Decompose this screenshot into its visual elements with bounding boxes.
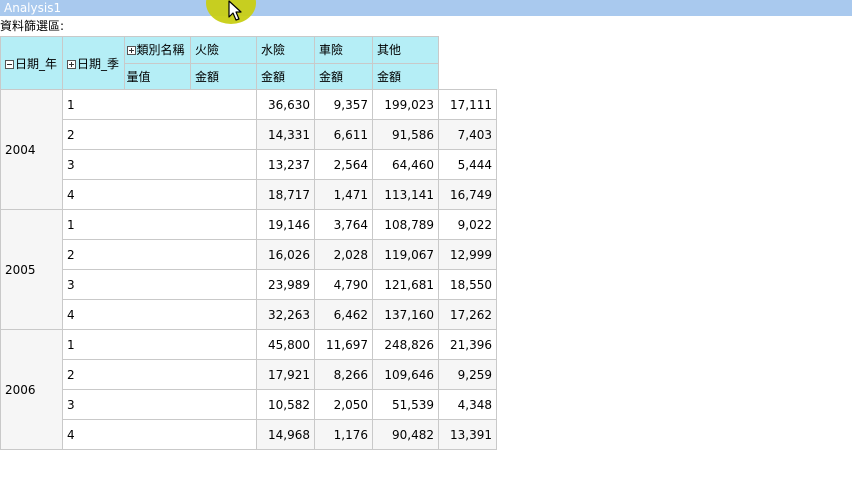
value-fire-cell[interactable]: 32,263 bbox=[256, 299, 315, 330]
table-row: 3 13,237 2,564 64,460 5,444 bbox=[1, 149, 497, 180]
year-cell[interactable]: 2005 bbox=[0, 209, 63, 330]
value-fire-cell[interactable]: 17,921 bbox=[256, 359, 315, 390]
value-other-cell[interactable]: 17,262 bbox=[438, 299, 497, 330]
value-fire-cell[interactable]: 23,989 bbox=[256, 269, 315, 300]
value-fire-cell[interactable]: 19,146 bbox=[256, 209, 315, 240]
table-row: 2006 1 45,800 11,697 248,826 21,396 bbox=[0, 329, 497, 450]
value-fire-cell[interactable]: 16,026 bbox=[256, 239, 315, 270]
table-row: 3 10,582 2,050 51,539 4,348 bbox=[1, 389, 497, 420]
value-other-cell[interactable]: 21,396 bbox=[438, 329, 497, 360]
quarter-cell[interactable]: 4 bbox=[62, 299, 257, 330]
value-fire-cell[interactable]: 10,582 bbox=[256, 389, 315, 420]
value-water-cell[interactable]: 8,266 bbox=[314, 359, 373, 390]
measure-label: 量值 bbox=[126, 69, 151, 84]
value-car-cell[interactable]: 109,646 bbox=[372, 359, 439, 390]
quarter-cell[interactable]: 3 bbox=[62, 389, 257, 420]
expand-icon[interactable] bbox=[126, 46, 136, 56]
quarter-cell[interactable]: 2 bbox=[62, 359, 257, 390]
value-fire-cell[interactable]: 14,968 bbox=[256, 419, 315, 450]
expand-icon[interactable] bbox=[67, 59, 76, 69]
value-water-cell[interactable]: 2,028 bbox=[314, 239, 373, 270]
pivot-table: 日期_年 日期_季 類別名稱 量值 火險 水險 車險 其他 金額 金額 金額 金… bbox=[0, 36, 497, 450]
year-cell[interactable]: 2006 bbox=[0, 329, 63, 450]
quarter-cell[interactable]: 2 bbox=[62, 239, 257, 270]
table-row: 4 14,968 1,176 90,482 13,391 bbox=[1, 419, 497, 450]
quarter-cell[interactable]: 1 bbox=[62, 209, 257, 240]
value-other-cell[interactable]: 16,749 bbox=[438, 179, 497, 210]
value-car-cell[interactable]: 137,160 bbox=[372, 299, 439, 330]
value-other-cell[interactable]: 5,444 bbox=[438, 149, 497, 180]
measure-header: 金額 bbox=[190, 62, 257, 90]
value-other-cell[interactable]: 13,391 bbox=[438, 419, 497, 450]
value-car-cell[interactable]: 90,482 bbox=[372, 419, 439, 450]
value-other-cell[interactable]: 9,022 bbox=[438, 209, 497, 240]
value-water-cell[interactable]: 6,611 bbox=[314, 119, 373, 150]
window-titlebar[interactable]: Analysis1 bbox=[0, 0, 852, 16]
table-row: 2004 1 36,630 9,357 199,023 17,111 bbox=[0, 89, 497, 210]
table-row: 4 32,263 6,462 137,160 17,262 bbox=[1, 299, 497, 330]
value-water-cell[interactable]: 1,176 bbox=[314, 419, 373, 450]
value-car-cell[interactable]: 51,539 bbox=[372, 389, 439, 420]
year-cell[interactable]: 2004 bbox=[0, 89, 63, 210]
quarter-cell[interactable]: 3 bbox=[62, 269, 257, 300]
column-header-fire[interactable]: 火險 bbox=[190, 36, 257, 64]
value-car-cell[interactable]: 121,681 bbox=[372, 269, 439, 300]
value-car-cell[interactable]: 91,586 bbox=[372, 119, 439, 150]
value-water-cell[interactable]: 1,471 bbox=[314, 179, 373, 210]
quarter-cell[interactable]: 2 bbox=[62, 119, 257, 150]
category-header[interactable]: 類別名稱 bbox=[124, 37, 190, 64]
measure-header: 金額 bbox=[314, 62, 373, 90]
value-other-cell[interactable]: 4,348 bbox=[438, 389, 497, 420]
value-fire-cell[interactable]: 18,717 bbox=[256, 179, 315, 210]
value-fire-cell[interactable]: 45,800 bbox=[256, 329, 315, 360]
value-other-cell[interactable]: 17,111 bbox=[438, 89, 497, 120]
value-other-cell[interactable]: 9,259 bbox=[438, 359, 497, 390]
table-row: 3 23,989 4,790 121,681 18,550 bbox=[1, 269, 497, 300]
row-header-quarter-cell: 日期_季 類別名稱 量值 bbox=[62, 36, 191, 90]
quarter-cell[interactable]: 3 bbox=[62, 149, 257, 180]
value-water-cell[interactable]: 4,790 bbox=[314, 269, 373, 300]
value-water-cell[interactable]: 9,357 bbox=[314, 89, 373, 120]
quarter-cell[interactable]: 1 bbox=[62, 89, 257, 120]
table-row: 2 16,026 2,028 119,067 12,999 bbox=[1, 239, 497, 270]
collapse-icon[interactable] bbox=[5, 59, 14, 69]
value-water-cell[interactable]: 3,764 bbox=[314, 209, 373, 240]
value-car-cell[interactable]: 64,460 bbox=[372, 149, 439, 180]
quarter-cell[interactable]: 4 bbox=[62, 179, 257, 210]
column-header-other[interactable]: 其他 bbox=[372, 36, 439, 64]
value-other-cell[interactable]: 7,403 bbox=[438, 119, 497, 150]
table-row: 2005 1 19,146 3,764 108,789 9,022 bbox=[0, 209, 497, 330]
quarter-cell[interactable]: 1 bbox=[62, 329, 257, 360]
value-car-cell[interactable]: 248,826 bbox=[372, 329, 439, 360]
value-other-cell[interactable]: 18,550 bbox=[438, 269, 497, 300]
value-water-cell[interactable]: 6,462 bbox=[314, 299, 373, 330]
value-car-cell[interactable]: 113,141 bbox=[372, 179, 439, 210]
value-fire-cell[interactable]: 13,237 bbox=[256, 149, 315, 180]
quarter-cell[interactable]: 4 bbox=[62, 419, 257, 450]
value-water-cell[interactable]: 11,697 bbox=[314, 329, 373, 360]
column-header-car[interactable]: 車險 bbox=[314, 36, 373, 64]
table-row: 4 18,717 1,471 113,141 16,749 bbox=[1, 179, 497, 210]
table-row: 2 14,331 6,611 91,586 7,403 bbox=[1, 119, 497, 150]
column-header-water[interactable]: 水險 bbox=[256, 36, 315, 64]
value-car-cell[interactable]: 108,789 bbox=[372, 209, 439, 240]
value-water-cell[interactable]: 2,050 bbox=[314, 389, 373, 420]
value-car-cell[interactable]: 119,067 bbox=[372, 239, 439, 270]
value-fire-cell[interactable]: 36,630 bbox=[256, 89, 315, 120]
window-title: Analysis1 bbox=[4, 1, 62, 15]
value-fire-cell[interactable]: 14,331 bbox=[256, 119, 315, 150]
row-header-year[interactable]: 日期_年 bbox=[0, 36, 63, 90]
table-row: 2 17,921 8,266 109,646 9,259 bbox=[1, 359, 497, 390]
measure-header: 金額 bbox=[372, 62, 439, 90]
value-other-cell[interactable]: 12,999 bbox=[438, 239, 497, 270]
mouse-pointer-icon bbox=[228, 0, 242, 21]
row-header-quarter[interactable]: 日期_季 bbox=[63, 37, 125, 89]
measure-header: 金額 bbox=[256, 62, 315, 90]
value-car-cell[interactable]: 199,023 bbox=[372, 89, 439, 120]
filter-area-label: 資料篩選區: bbox=[0, 19, 65, 33]
value-water-cell[interactable]: 2,564 bbox=[314, 149, 373, 180]
